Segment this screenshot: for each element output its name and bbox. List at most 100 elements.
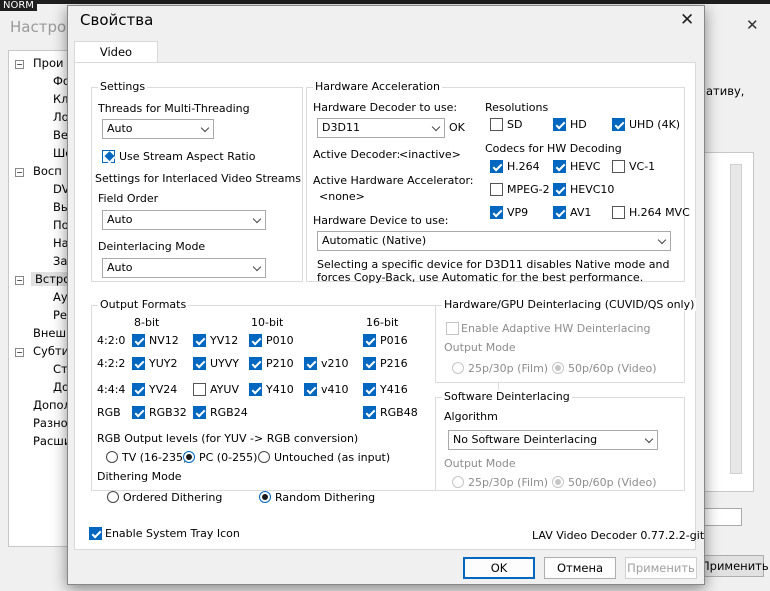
levels-pc-radio[interactable] — [183, 451, 195, 463]
format-rgb24-checkbox[interactable] — [193, 406, 206, 419]
dither-random-radio[interactable] — [259, 491, 271, 503]
codec-hevc-label: HEVC — [570, 160, 601, 173]
threads-select[interactable]: Auto — [102, 119, 214, 139]
codec-mpeg2-checkbox[interactable] — [490, 183, 503, 196]
levels-untouched-radio[interactable] — [258, 451, 270, 463]
field-order-value: Auto — [107, 213, 133, 226]
deint-mode-select[interactable]: Auto — [102, 258, 266, 278]
collapse-icon[interactable]: − — [15, 60, 24, 69]
background-scrollbar[interactable] — [730, 164, 742, 474]
format-label: YV24 — [149, 383, 178, 396]
format-nv12-checkbox[interactable] — [132, 334, 145, 347]
collapse-icon[interactable]: − — [15, 348, 24, 357]
hw-device-note: Selecting a specific device for D3D11 di… — [317, 258, 670, 284]
sw-mode-video-label: 50p/60p (Video) — [568, 476, 657, 489]
settings-tree[interactable]: − Прои Фо Кл Ло Ве Ше − Восп DV Вы По На… — [8, 50, 75, 547]
format-y416-checkbox[interactable] — [363, 383, 376, 396]
resolution-sd-checkbox[interactable] — [490, 118, 503, 131]
adaptive-deint-checkbox[interactable] — [446, 322, 459, 335]
tree-item[interactable]: За — [53, 254, 67, 268]
hw-decoder-status: OK — [449, 121, 465, 134]
dither-ordered-radio[interactable] — [107, 491, 119, 503]
format-label: P210 — [266, 357, 294, 370]
format-yv24-checkbox[interactable] — [132, 383, 145, 396]
levels-tv-radio[interactable] — [106, 451, 118, 463]
tree-item[interactable]: Прои — [33, 56, 63, 70]
dither-ordered-label: Ordered Dithering — [123, 491, 223, 504]
hw-mode-film-radio[interactable] — [452, 362, 464, 374]
codecs-label: Codecs for HW Decoding — [485, 142, 622, 155]
hw-decoder-select[interactable]: D3D11 — [317, 118, 445, 138]
tray-icon-checkbox[interactable] — [89, 527, 102, 540]
collapse-icon[interactable]: − — [15, 168, 24, 177]
chevron-down-icon — [658, 236, 666, 244]
hw-device-select[interactable]: Automatic (Native) — [317, 231, 671, 251]
format-y410-checkbox[interactable] — [249, 383, 262, 396]
background-apply-button[interactable]: Применить — [700, 555, 769, 577]
chevron-down-icon — [645, 435, 653, 443]
format-p010-checkbox[interactable] — [249, 334, 262, 347]
background-input[interactable] — [704, 508, 742, 526]
format-rgb48-checkbox[interactable] — [363, 406, 376, 419]
field-order-select[interactable]: Auto — [102, 210, 266, 230]
format-v410-checkbox[interactable] — [304, 383, 317, 396]
resolution-uhd-checkbox[interactable] — [612, 118, 625, 131]
codec-hevc-checkbox[interactable] — [553, 160, 566, 173]
col-header-16bit: 16-bit — [366, 316, 399, 329]
aspect-checkbox[interactable] — [102, 150, 115, 163]
format-yv12-checkbox[interactable] — [193, 334, 206, 347]
sw-algorithm-select[interactable]: No Software Deinterlacing — [448, 430, 658, 450]
field-order-label: Field Order — [98, 192, 159, 205]
settings-group: Settings Threads for Multi-Threading Aut… — [91, 80, 303, 282]
codec-vc1-checkbox[interactable] — [612, 160, 625, 173]
ok-button[interactable]: OK — [463, 557, 535, 579]
hw-output-mode-label: Output Mode — [444, 341, 516, 354]
tree-item[interactable]: Допол — [33, 398, 71, 412]
format-v210-checkbox[interactable] — [304, 357, 317, 370]
threads-value: Auto — [107, 122, 133, 135]
sw-output-mode-label: Output Mode — [444, 457, 516, 470]
codec-h264mvc-checkbox[interactable] — [612, 206, 625, 219]
collapse-icon[interactable]: − — [15, 276, 24, 285]
tree-item[interactable]: Субти — [33, 344, 69, 358]
resolution-hd-checkbox[interactable] — [553, 118, 566, 131]
format-p210-checkbox[interactable] — [249, 357, 262, 370]
format-uyvy-checkbox[interactable] — [193, 357, 206, 370]
format-label: YUY2 — [149, 357, 178, 370]
hw-mode-video-radio[interactable] — [552, 362, 564, 374]
codec-vp9-label: VP9 — [507, 206, 529, 219]
codec-av1-checkbox[interactable] — [553, 206, 566, 219]
dialog-title: Свойства — [80, 11, 154, 29]
tree-item[interactable]: Восп — [33, 164, 62, 178]
tree-item[interactable]: Ве — [53, 128, 68, 142]
format-label: v210 — [321, 357, 349, 370]
sw-mode-film-radio[interactable] — [452, 476, 464, 488]
tree-item[interactable]: Разно — [33, 416, 68, 430]
chevron-down-icon — [253, 215, 261, 223]
deint-mode-value: Auto — [107, 261, 133, 274]
tree-item[interactable]: Ст — [53, 362, 68, 376]
sw-mode-video-radio[interactable] — [552, 476, 564, 488]
tree-item[interactable]: Расши — [33, 434, 71, 448]
format-ayuv-checkbox[interactable] — [193, 383, 206, 396]
resolutions-label: Resolutions — [485, 101, 549, 114]
background-panel — [704, 152, 754, 492]
format-rgb32-checkbox[interactable] — [132, 406, 145, 419]
codec-hevc10-checkbox[interactable] — [553, 183, 566, 196]
cancel-button[interactable]: Отмена — [544, 557, 616, 579]
background-close-icon[interactable]: ✕ — [746, 16, 759, 34]
format-p216-checkbox[interactable] — [363, 357, 376, 370]
format-yuy2-checkbox[interactable] — [132, 357, 145, 370]
tab-video-settings[interactable]: Video Settings — [74, 41, 158, 79]
tree-item[interactable]: Ре — [53, 308, 67, 322]
format-label: RGB32 — [149, 406, 187, 419]
row-label-444: 4:4:4 — [97, 383, 126, 396]
close-icon[interactable]: ✕ — [680, 10, 694, 30]
format-p016-checkbox[interactable] — [363, 334, 376, 347]
codec-h264-checkbox[interactable] — [490, 160, 503, 173]
codec-vp9-checkbox[interactable] — [490, 206, 503, 219]
tree-item[interactable]: Внеш — [33, 326, 66, 340]
tree-item[interactable]: Ау — [53, 290, 68, 304]
aspect-label: Use Stream Aspect Ratio — [119, 150, 256, 163]
apply-button[interactable]: Применить — [625, 557, 697, 579]
